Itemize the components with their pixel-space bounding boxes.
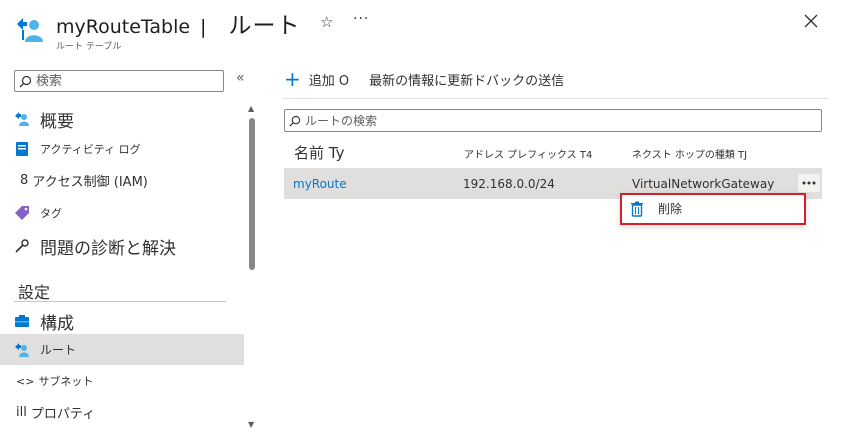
route-name-link[interactable]: myRoute	[293, 177, 347, 191]
sidebar-item-label: サブネット	[38, 375, 94, 388]
favorite-star-icon[interactable]: ☆	[320, 13, 333, 31]
section-divider	[14, 301, 226, 302]
scrollbar-thumb[interactable]	[249, 118, 255, 270]
sidebar-item-overview[interactable]: 概要	[0, 106, 244, 132]
sidebar-item-configuration[interactable]: 構成	[0, 308, 244, 334]
column-header-address-prefix[interactable]: アドレス プレフィックス T4	[464, 146, 592, 161]
routes-content: + 追加 O 最新の情報に更新 ドバックの送信 名前 Ty アドレス プレフィッ…	[262, 60, 847, 434]
resource-menu: « 概要 アクティビティ ログ 8 アクセス制御 (IAM) タグ	[0, 60, 262, 434]
activity-log-icon	[16, 142, 28, 156]
sidebar-item-activity-log[interactable]: アクティビティ ログ	[0, 137, 244, 161]
route-search-box[interactable]	[284, 109, 822, 132]
sidebar-item-label: 問題の診断と解決	[40, 238, 176, 259]
resource-type-subtitle: ルート テーブル	[56, 42, 122, 52]
close-icon[interactable]	[801, 11, 821, 31]
sidebar-item-label: ルート	[40, 343, 77, 357]
search-icon	[289, 115, 301, 127]
sidebar-item-tags[interactable]: タグ	[0, 201, 244, 225]
sidebar-item-access-control[interactable]: 8 アクセス制御 (IAM)	[0, 167, 244, 193]
access-control-icon: 8	[20, 172, 29, 188]
toolbar-divider	[282, 98, 828, 99]
page-title: ルート	[228, 13, 301, 39]
row-more-options-button[interactable]	[798, 174, 820, 192]
add-label: 追加 O	[308, 73, 350, 89]
address-prefix-cell: 192.168.0.0/24	[463, 177, 555, 191]
search-icon	[19, 75, 32, 87]
delete-label: 削除	[658, 202, 683, 216]
properties-icon: ill	[16, 404, 27, 420]
menu-search-input[interactable]	[36, 73, 216, 89]
refresh-button[interactable]: 最新の情報に更新	[369, 70, 473, 89]
delete-route-menu-item[interactable]: 削除	[630, 200, 682, 217]
sidebar-item-diagnose[interactable]: 問題の診断と解決	[0, 232, 244, 260]
route-table-icon	[17, 18, 43, 42]
subnet-icon: <>	[16, 374, 35, 388]
sidebar-item-label: 概要	[40, 111, 74, 132]
next-hop-type-cell: VirtualNetworkGateway	[632, 177, 775, 191]
sidebar-item-subnets[interactable]: <> サブネット	[0, 368, 244, 394]
sidebar-item-routes[interactable]: ルート	[0, 334, 244, 365]
menu-search-box[interactable]	[14, 70, 224, 92]
collapse-menu-button[interactable]: «	[236, 70, 245, 86]
resource-name: myRouteTable	[56, 16, 191, 38]
menu-scrollbar[interactable]: ▲ ▼	[245, 100, 259, 434]
overview-icon	[15, 112, 29, 126]
scroll-down-icon[interactable]: ▼	[248, 420, 254, 429]
trash-icon	[631, 201, 643, 217]
row-context-menu: 削除	[620, 193, 806, 225]
sidebar-item-label: プロパティ	[30, 406, 96, 422]
scroll-up-icon[interactable]: ▲	[248, 104, 254, 113]
sidebar-item-label: アクティビティ ログ	[40, 143, 141, 156]
sidebar-item-label: アクセス制御 (IAM)	[32, 174, 148, 190]
more-actions-button[interactable]: ···	[353, 11, 369, 27]
add-route-button[interactable]: + 追加 O	[284, 69, 349, 89]
settings-section-label: 設定	[18, 283, 51, 302]
column-header-next-hop-type[interactable]: ネクスト ホップの種類 TJ	[632, 146, 747, 161]
blade-header: myRouteTable | ルート ルート テーブル ☆ ···	[0, 0, 847, 60]
sidebar-item-label: タグ	[40, 207, 62, 220]
route-icon	[15, 342, 29, 357]
route-search-input[interactable]	[305, 113, 805, 128]
sidebar-item-label: 構成	[40, 313, 74, 334]
tag-icon	[15, 206, 29, 220]
wrench-icon	[15, 239, 29, 253]
plus-icon: +	[284, 67, 301, 91]
command-bar: + 追加 O 最新の情報に更新 ドバックの送信	[284, 68, 564, 90]
title-separator: |	[200, 16, 207, 38]
ellipsis-icon	[802, 181, 816, 185]
column-header-name[interactable]: 名前 Ty	[294, 142, 344, 163]
sidebar-item-properties[interactable]: ill プロパティ	[0, 399, 244, 425]
configuration-icon	[15, 315, 29, 327]
feedback-button[interactable]: ドバックの送信	[473, 70, 564, 89]
